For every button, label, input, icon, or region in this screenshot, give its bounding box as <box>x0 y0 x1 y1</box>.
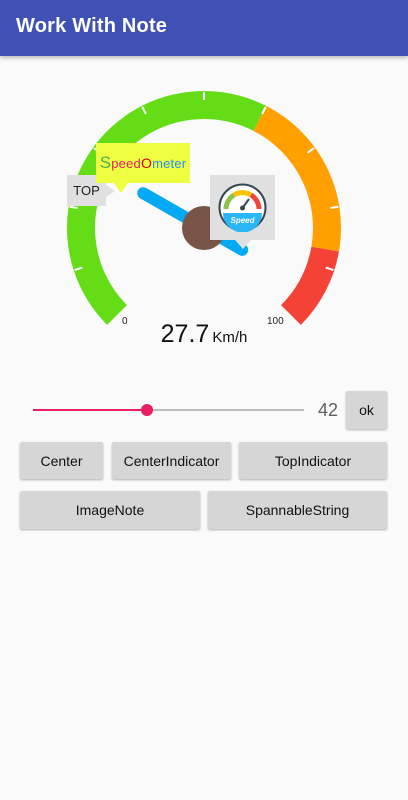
seekbar-progress <box>33 409 147 411</box>
speed-seekbar[interactable] <box>33 402 304 418</box>
spannable-part-3: O <box>140 155 153 171</box>
app-title: Work With Note <box>16 15 168 37</box>
ok-button[interactable]: ok <box>346 391 387 429</box>
center-button[interactable]: Center <box>20 442 103 479</box>
center-indicator-button[interactable]: CenterIndicator <box>112 442 231 479</box>
seekbar-value: 42 <box>318 400 339 420</box>
spannable-part-1: S <box>99 153 112 172</box>
gauge-section-3 <box>280 246 339 325</box>
spannable-note: Speed Ometer <box>96 143 190 193</box>
spannable-string-button[interactable]: SpannableString <box>208 491 387 529</box>
app-bar: Work With Note <box>0 0 408 56</box>
speed-logo-icon: Speed <box>218 183 267 232</box>
gauge-tick <box>69 205 78 209</box>
spannable-part-4: meter <box>152 155 187 171</box>
seekbar-thumb[interactable] <box>140 404 153 416</box>
svg-text:Speed: Speed <box>230 216 255 225</box>
image-note: Speed <box>210 175 275 249</box>
speed-unit: Km/h <box>212 329 248 346</box>
image-note-button[interactable]: ImageNote <box>20 491 200 529</box>
speedometer-gauge <box>67 91 341 325</box>
speed-value: 27.7 <box>160 320 210 348</box>
speed-readout: 27.7 Km/h <box>0 320 408 349</box>
spannable-part-2: peed <box>111 155 141 171</box>
gauge-tick <box>330 205 339 209</box>
top-indicator-button[interactable]: TopIndicator <box>239 442 387 479</box>
